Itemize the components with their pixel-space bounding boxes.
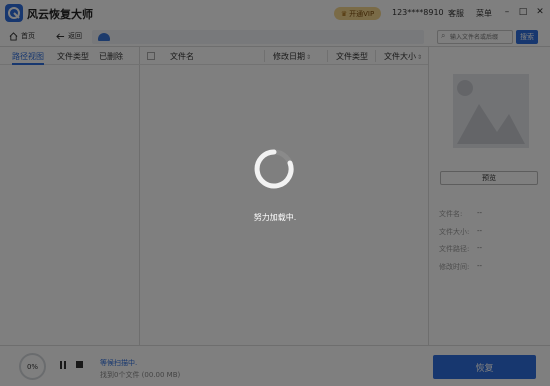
loading-text: 努力加载中. <box>253 213 297 222</box>
loading-overlay: 努力加载中. <box>0 0 550 386</box>
loading-spinner-icon <box>254 149 294 189</box>
